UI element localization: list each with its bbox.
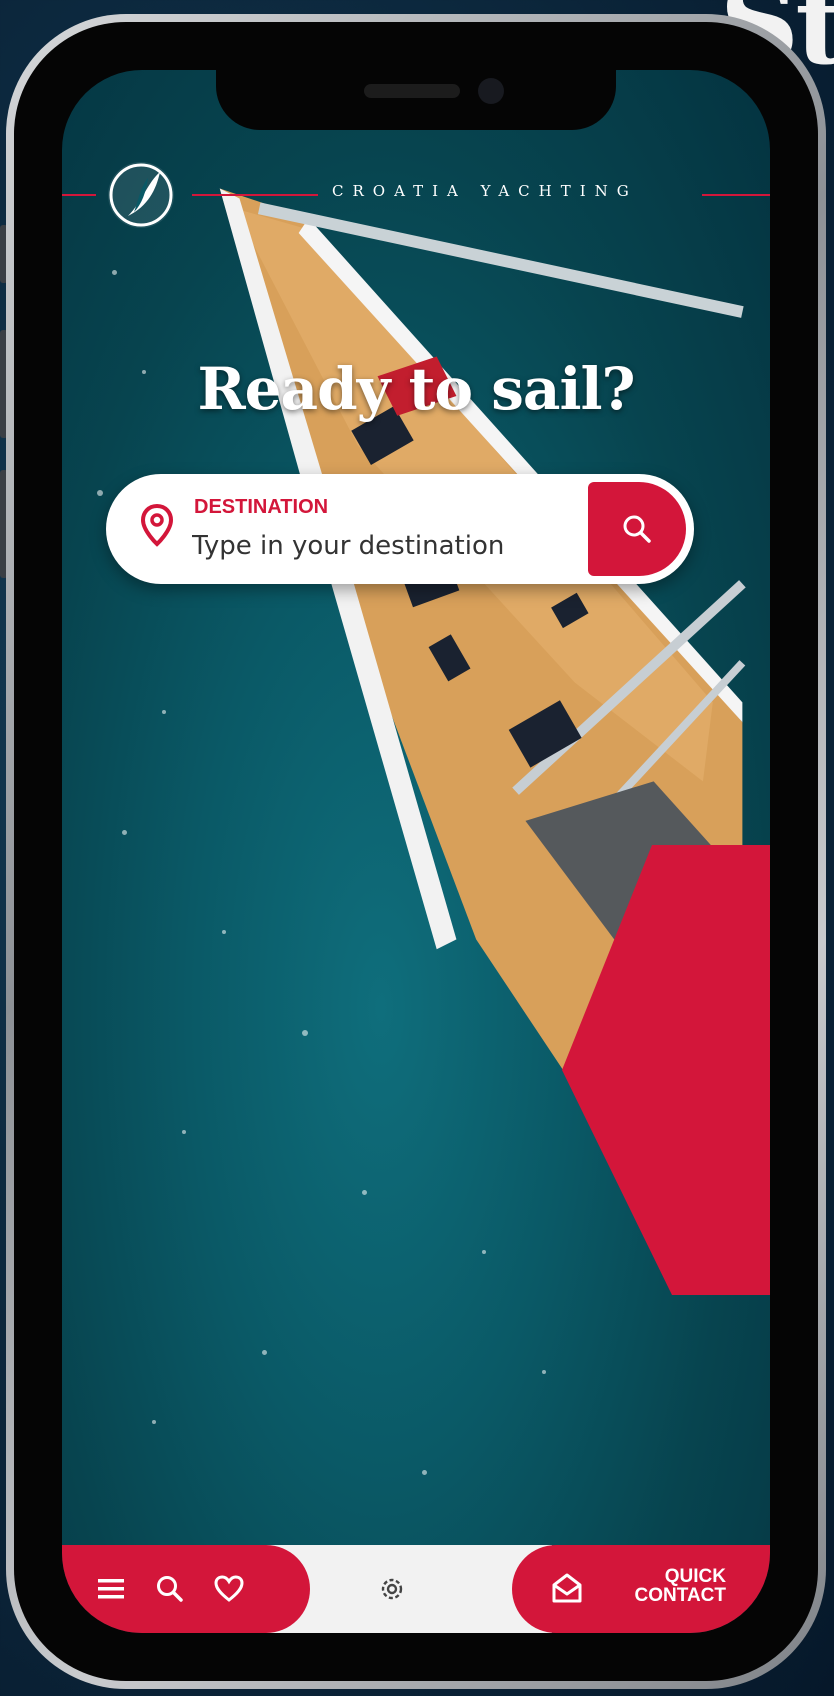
sail-logo-icon [109, 163, 173, 227]
quick-contact-line1: QUICK [664, 1566, 726, 1587]
phone-bezel: CROATIA YACHTING Ready to sail? DESTINAT… [14, 22, 818, 1681]
search-icon [623, 515, 651, 543]
destination-input[interactable] [192, 528, 562, 564]
water-sparkle [112, 270, 117, 275]
header-line [702, 194, 770, 196]
water-sparkle [97, 490, 103, 496]
water-sparkle [182, 1130, 186, 1134]
bottom-navigation: QUICK CONTACT [62, 1545, 770, 1633]
brand-name: CROATIA YACHTING [332, 182, 638, 200]
water-sparkle [362, 1190, 367, 1195]
water-sparkle [542, 1370, 546, 1374]
quick-contact-label: QUICK CONTACT [620, 1567, 726, 1605]
hero-headline: Ready to sail? [197, 355, 635, 423]
bottom-nav-left [62, 1545, 310, 1633]
mail-icon [552, 1573, 582, 1603]
search-label: DESTINATION [194, 496, 329, 518]
water-sparkle [262, 1350, 267, 1355]
quick-contact-button[interactable]: QUICK CONTACT [512, 1545, 770, 1633]
notch [216, 70, 616, 130]
header-line [192, 194, 318, 196]
camera [478, 78, 504, 104]
brand-logo[interactable] [108, 162, 174, 228]
phone-frame: CROATIA YACHTING Ready to sail? DESTINAT… [6, 14, 826, 1689]
heart-icon[interactable] [214, 1575, 244, 1603]
search-button[interactable] [588, 482, 686, 576]
water-sparkle [222, 930, 226, 934]
water-sparkle [122, 830, 127, 835]
app-screen: CROATIA YACHTING Ready to sail? DESTINAT… [62, 70, 770, 1633]
speaker [364, 84, 460, 98]
decorative-hexagon [562, 845, 770, 1295]
location-pin-icon [140, 504, 174, 547]
header-line [62, 194, 96, 196]
water-sparkle [482, 1250, 486, 1254]
water-sparkle [162, 710, 166, 714]
gear-icon[interactable] [378, 1575, 406, 1603]
water-sparkle [152, 1420, 156, 1424]
water-sparkle [302, 1030, 308, 1036]
destination-search: DESTINATION [106, 474, 694, 584]
search-icon[interactable] [156, 1575, 184, 1603]
water-sparkle [422, 1470, 427, 1475]
menu-icon[interactable] [98, 1577, 126, 1601]
header: CROATIA YACHTING [62, 160, 770, 230]
quick-contact-line2: CONTACT [634, 1585, 726, 1606]
